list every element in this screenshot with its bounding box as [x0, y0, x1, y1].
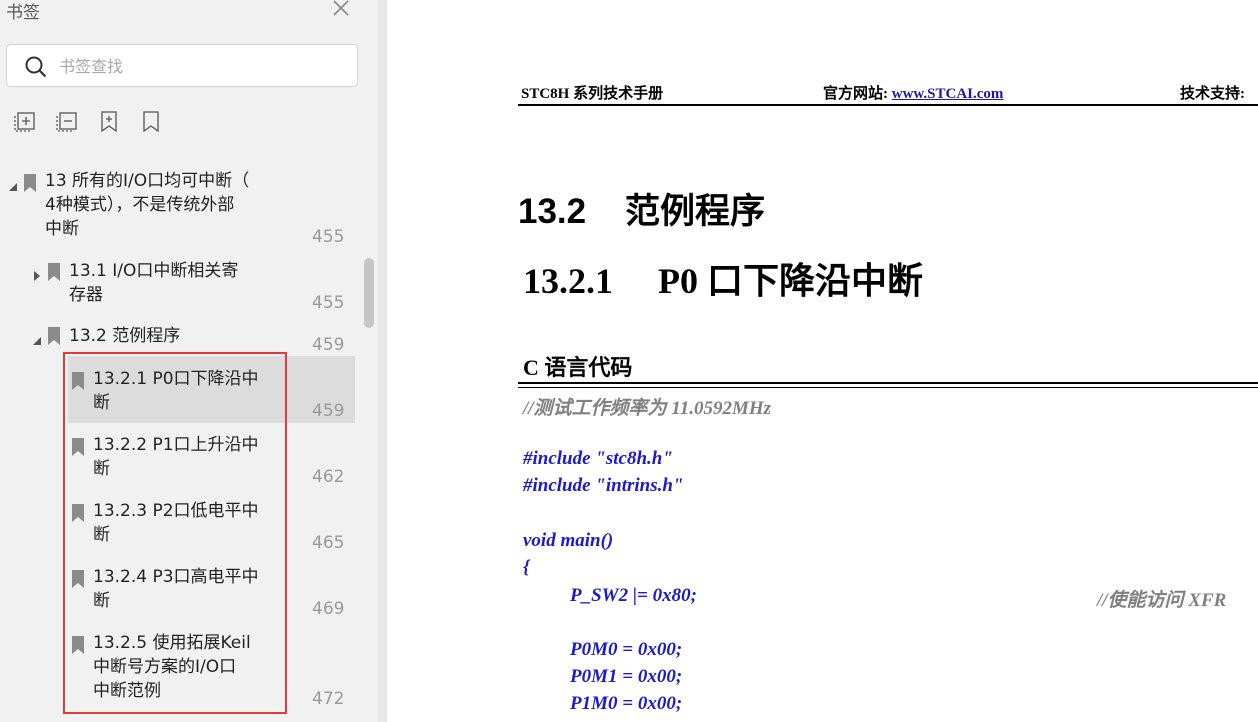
code-divider-thin	[518, 387, 1258, 388]
collapsed-arrow-icon[interactable]	[32, 266, 42, 281]
bookmark-page-number: 465	[312, 533, 345, 553]
bookmark-icon	[48, 263, 60, 281]
header-support: 技术支持:	[1180, 86, 1245, 102]
code-comment-line: //使能访问 XFR	[1097, 590, 1227, 611]
header-divider	[518, 104, 1258, 106]
header-manual-title: STC8H 系列技术手册	[521, 86, 664, 102]
scrollbar-thumb[interactable]	[364, 258, 374, 328]
bookmark-label: 4种模式），不是传统外部	[45, 195, 235, 215]
code-comment-line: //测试工作频率为 11.0592MHz	[523, 398, 772, 419]
red-highlight-annotation	[63, 352, 287, 714]
bookmark-page-number: 459	[312, 401, 345, 421]
expanded-arrow-icon[interactable]	[8, 177, 18, 191]
code-divider-thick	[518, 382, 1258, 384]
header-website: 官方网站: www.STCAI.com	[823, 82, 1003, 103]
code-heading: C 语言代码	[523, 355, 633, 380]
bookmark-label: 中断	[45, 219, 79, 239]
expanded-arrow-icon[interactable]	[32, 331, 42, 345]
bookmark-page-number: 455	[312, 227, 345, 247]
panel-title: 书签	[6, 3, 40, 23]
bookmark-icon	[24, 174, 36, 192]
scrollbar-track[interactable]	[362, 140, 376, 722]
bookmark-label: 13 所有的I/O口均可中断（	[45, 171, 250, 191]
add-bookmark-icon[interactable]	[98, 110, 122, 134]
bookmark-page-number: 455	[312, 293, 345, 313]
code-line: P0M0 = 0x00;	[570, 639, 683, 660]
collapse-all-icon[interactable]	[56, 110, 80, 134]
search-icon	[24, 55, 48, 83]
bookmark-icon	[48, 327, 60, 345]
bookmark-label: 存器	[69, 285, 103, 305]
bookmark-page-number: 459	[312, 335, 345, 355]
bookmark-page-number: 462	[312, 467, 345, 487]
close-icon[interactable]	[331, 0, 351, 18]
section-title: 13.2 范例程序	[518, 192, 766, 231]
subsection-title: 13.2.1 P0 口下降沿中断	[523, 261, 923, 301]
bookmark-page-number: 472	[312, 689, 345, 709]
code-line: P1M0 = 0x00;	[570, 693, 683, 714]
code-line: #include "intrins.h"	[523, 475, 684, 496]
bookmark-search-box[interactable]	[6, 44, 358, 87]
bookmark-panel: 书签 13 所有的I/O口均可中断（ 4种模式），不是传统外部 中断 455 1…	[0, 0, 378, 722]
bookmark-label: 13.1 I/O口中断相关寄	[69, 261, 239, 281]
code-line: #include "stc8h.h"	[523, 448, 673, 469]
code-line: P_SW2 |= 0x80;	[570, 585, 697, 606]
bookmark-label: 13.2 范例程序	[69, 326, 181, 346]
code-line: {	[523, 557, 530, 578]
bookmark-search-input[interactable]	[59, 55, 339, 77]
panel-divider[interactable]	[378, 0, 387, 722]
website-link[interactable]: www.STCAI.com	[892, 86, 1004, 102]
bookmark-icon[interactable]	[140, 110, 164, 134]
header-website-label: 官方网站:	[823, 86, 892, 102]
expand-all-icon[interactable]	[14, 110, 38, 134]
code-line: P0M1 = 0x00;	[570, 666, 683, 687]
bookmark-page-number: 469	[312, 599, 345, 619]
document-page: STC8H 系列技术手册 官方网站: www.STCAI.com 技术支持: 1…	[387, 0, 1258, 722]
code-line: void main()	[523, 530, 614, 551]
